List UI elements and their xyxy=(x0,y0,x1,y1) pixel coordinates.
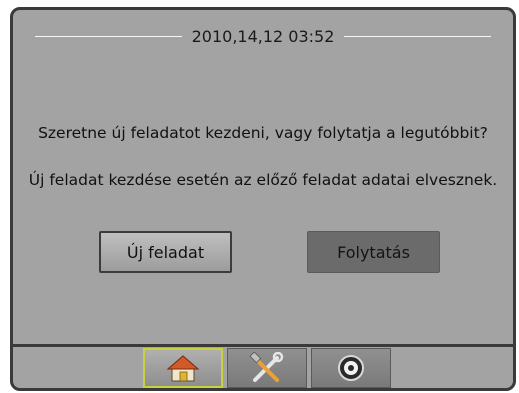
dialog-question: Szeretne új feladatot kezdeni, vagy foly… xyxy=(38,124,488,142)
new-task-button[interactable]: Új feladat xyxy=(99,231,232,273)
bottom-divider xyxy=(13,344,513,347)
bottom-tab-bar xyxy=(143,348,395,388)
header-line-left xyxy=(35,35,182,37)
tab-gauge[interactable] xyxy=(311,348,391,388)
gauge-icon xyxy=(338,355,364,381)
header-line-right xyxy=(344,35,491,37)
header: 2010,14,12 03:52 xyxy=(35,24,491,48)
dialog-warning: Új feladat kezdése esetén az előző felad… xyxy=(28,171,498,189)
tab-tools[interactable] xyxy=(227,348,307,388)
continue-button[interactable]: Folytatás xyxy=(307,231,440,273)
tools-icon xyxy=(249,352,284,382)
home-icon xyxy=(166,355,200,382)
datetime-title: 2010,14,12 03:52 xyxy=(191,26,335,46)
screen: 2010,14,12 03:52 Szeretne új feladatot k… xyxy=(10,7,516,391)
tab-home[interactable] xyxy=(143,348,223,388)
